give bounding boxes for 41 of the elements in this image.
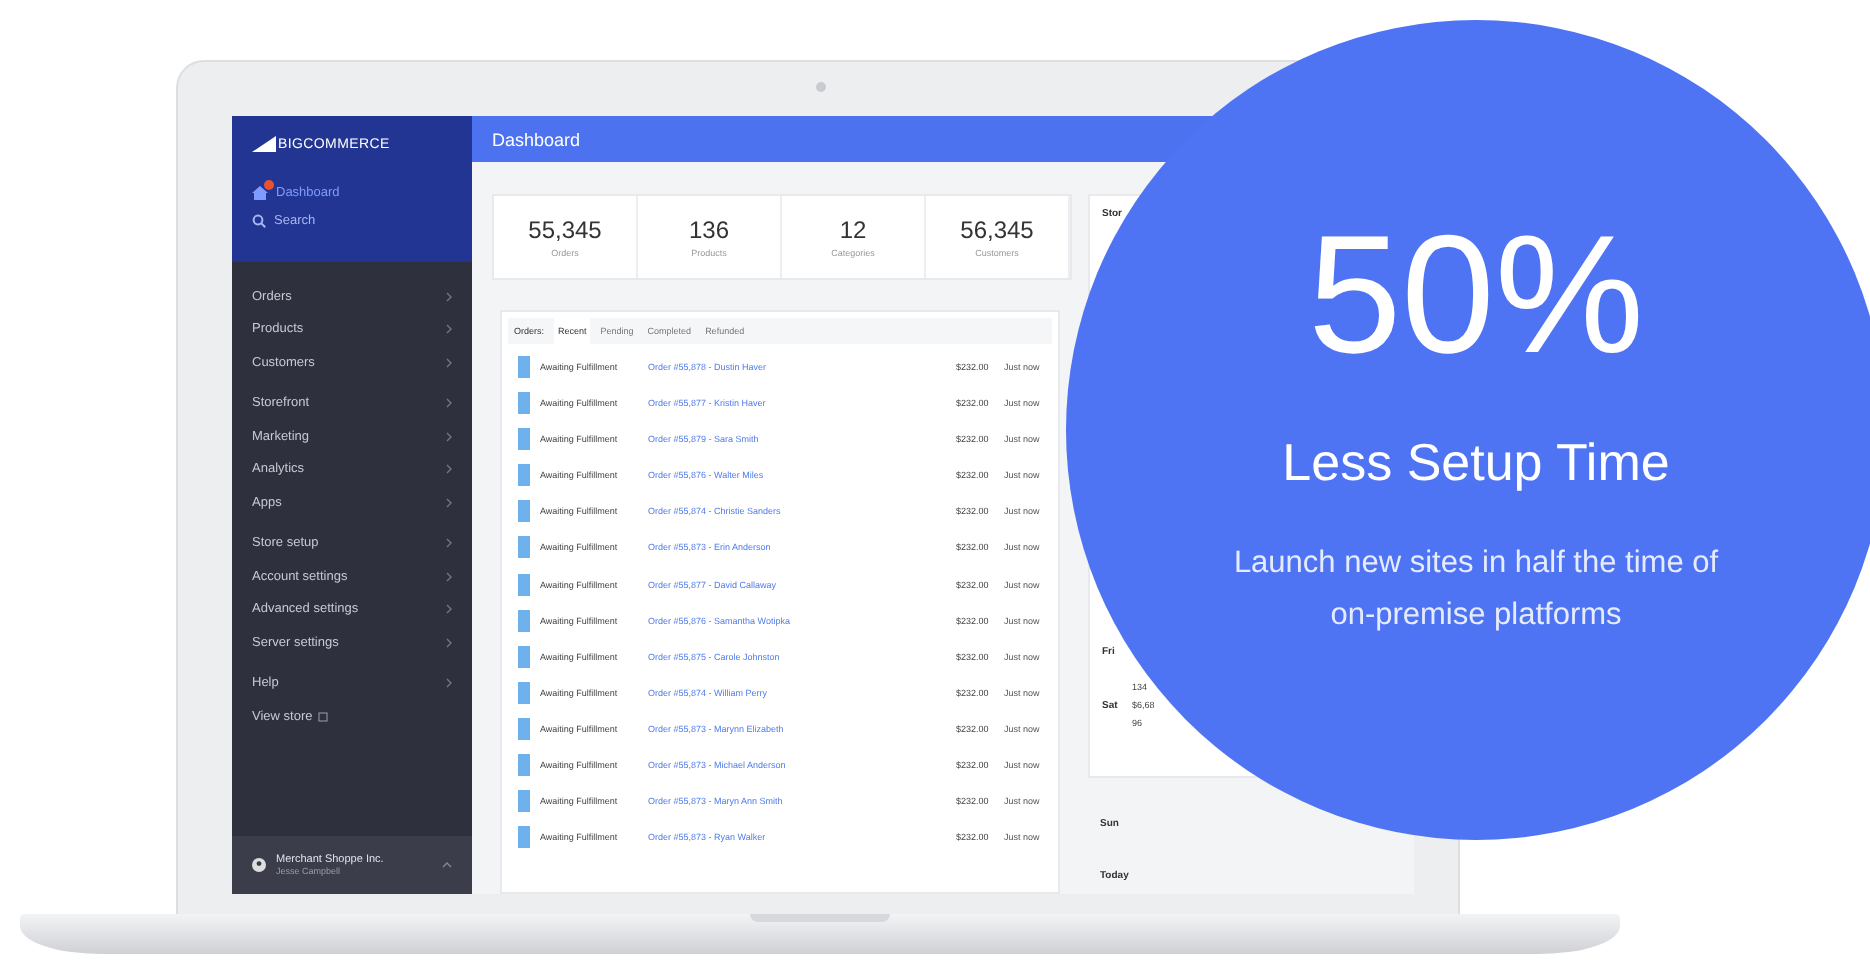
search-icon [252, 214, 266, 228]
chevron-right-icon [446, 357, 452, 368]
chevron-right-icon [446, 497, 452, 508]
chevron-right-icon [446, 291, 452, 302]
stat-value: 136 [688, 216, 730, 244]
promo-title: Less Setup Time [1282, 432, 1670, 494]
status-marker [518, 754, 530, 777]
stat-value: 55,345 [528, 216, 602, 244]
status-marker [518, 645, 530, 668]
home-icon [252, 186, 268, 200]
status-marker [518, 717, 530, 740]
status-marker [518, 392, 530, 415]
status-marker [518, 790, 530, 813]
status-marker [518, 356, 530, 378]
chevron-up-icon [442, 862, 452, 868]
chevron-right-icon [446, 398, 452, 409]
camera-icon [816, 82, 826, 92]
status-marker [518, 609, 530, 632]
chevron-right-icon [446, 464, 452, 475]
chevron-right-icon [446, 324, 452, 335]
logo-icon [252, 136, 276, 152]
status-marker [518, 500, 530, 523]
status-marker [518, 428, 530, 451]
chevron-right-icon [446, 431, 452, 442]
chevron-right-icon [446, 538, 452, 549]
status-marker [518, 826, 530, 849]
chevron-right-icon [446, 637, 452, 648]
promo-headline: 50% [1307, 210, 1645, 378]
status-marker [518, 681, 530, 704]
user-icon [252, 858, 266, 872]
stat-value: 56,345 [960, 216, 1034, 244]
status-marker [518, 536, 530, 559]
stat-value: 12 [839, 216, 867, 244]
promo-text: Launch new sites in half the time of on-premise platforms [1231, 544, 1721, 636]
page-title: Dashboard [492, 129, 581, 149]
chevron-right-icon [446, 571, 452, 582]
status-marker [518, 573, 530, 596]
external-link-icon [318, 711, 329, 722]
status-marker [518, 464, 530, 487]
chevron-right-icon [446, 678, 452, 689]
chevron-right-icon [446, 604, 452, 615]
